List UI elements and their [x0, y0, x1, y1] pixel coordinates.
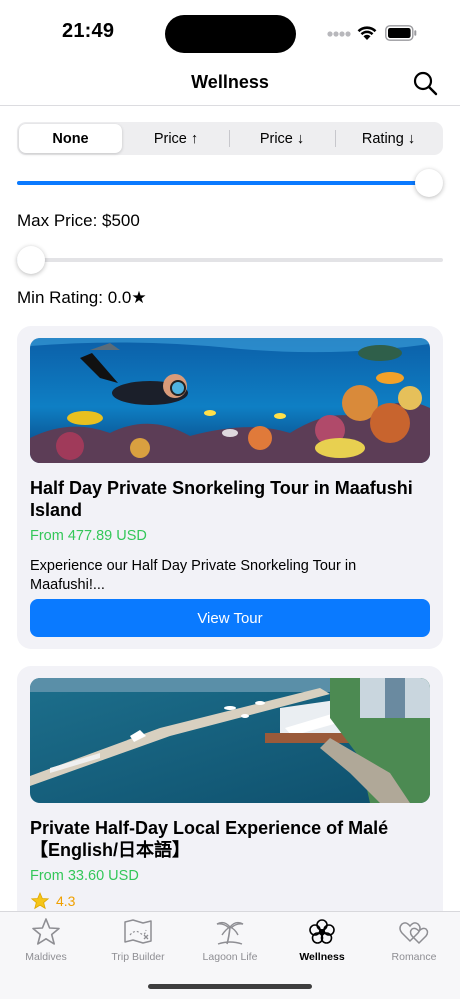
- slider-thumb[interactable]: [17, 246, 45, 274]
- tour-title: Private Half-Day Local Experience of Mal…: [30, 818, 389, 860]
- dynamic-island: [165, 15, 296, 53]
- tour-title: Half Day Private Snorkeling Tour in Maaf…: [30, 478, 413, 520]
- slider-thumb[interactable]: [415, 169, 443, 197]
- tour-rating: 4.3: [30, 891, 75, 911]
- tour-card: Private Half-Day Local Experience of Mal…: [17, 666, 443, 926]
- max-price-slider[interactable]: [17, 168, 443, 198]
- sort-option-price-descending[interactable]: Price ↓: [230, 124, 334, 153]
- hearts-icon: [399, 922, 429, 945]
- max-price-label: Max Price: $500: [17, 211, 140, 230]
- sort-option-price-ascending[interactable]: Price ↑: [124, 124, 228, 153]
- flower-icon: [309, 919, 335, 944]
- status-bar: 21:49: [0, 0, 460, 62]
- tab-label: Trip Builder: [111, 951, 165, 963]
- snorkeling-tour-image: [30, 338, 430, 463]
- tab-maldives[interactable]: Maldives: [0, 917, 92, 967]
- view-tour-button[interactable]: View Tour: [30, 599, 430, 637]
- tab-label: Romance: [391, 951, 437, 963]
- tour-price: From 33.60 USD: [30, 868, 139, 884]
- cellular-signal-icon: [327, 31, 351, 37]
- tab-lagoon-life[interactable]: Lagoon Life: [184, 917, 276, 967]
- tab-trip-builder[interactable]: Trip Builder: [92, 917, 184, 967]
- sort-option-rating-descending[interactable]: Rating ↓: [336, 124, 441, 153]
- rating-star-icon: [30, 892, 50, 910]
- star-icon: [32, 918, 60, 945]
- rating-value: 4.3: [56, 893, 76, 909]
- tab-label: Lagoon Life: [202, 951, 258, 963]
- tab-romance[interactable]: Romance: [368, 917, 460, 967]
- male-harbor-image: [30, 678, 430, 803]
- page-title: Wellness: [191, 72, 269, 92]
- min-rating-slider[interactable]: [17, 245, 443, 275]
- slider-fill: [17, 181, 429, 185]
- sort-segmented-control: None Price ↑ Price ↓ Rating ↓: [17, 122, 443, 155]
- slider-track: [17, 258, 443, 262]
- search-button[interactable]: [410, 68, 442, 100]
- sort-option-none[interactable]: None: [19, 124, 122, 153]
- map-icon: [124, 919, 152, 944]
- tab-wellness[interactable]: Wellness: [276, 917, 368, 967]
- tour-price: From 477.89 USD: [30, 528, 147, 544]
- tab-label: Wellness: [299, 951, 345, 963]
- tour-description: Experience our Half Day Private Snorkeli…: [30, 558, 357, 593]
- palm-tree-icon: [216, 921, 244, 945]
- min-rating-label: Min Rating: 0.0★: [17, 288, 147, 307]
- battery-icon: [385, 25, 417, 41]
- search-icon: [413, 71, 438, 96]
- tour-card: Half Day Private Snorkeling Tour in Maaf…: [17, 326, 443, 649]
- navigation-bar: Wellness: [0, 62, 460, 106]
- wifi-icon: [357, 26, 377, 40]
- status-time: 21:49: [62, 20, 115, 42]
- home-indicator: [148, 984, 312, 989]
- tab-label: Maldives: [25, 951, 67, 963]
